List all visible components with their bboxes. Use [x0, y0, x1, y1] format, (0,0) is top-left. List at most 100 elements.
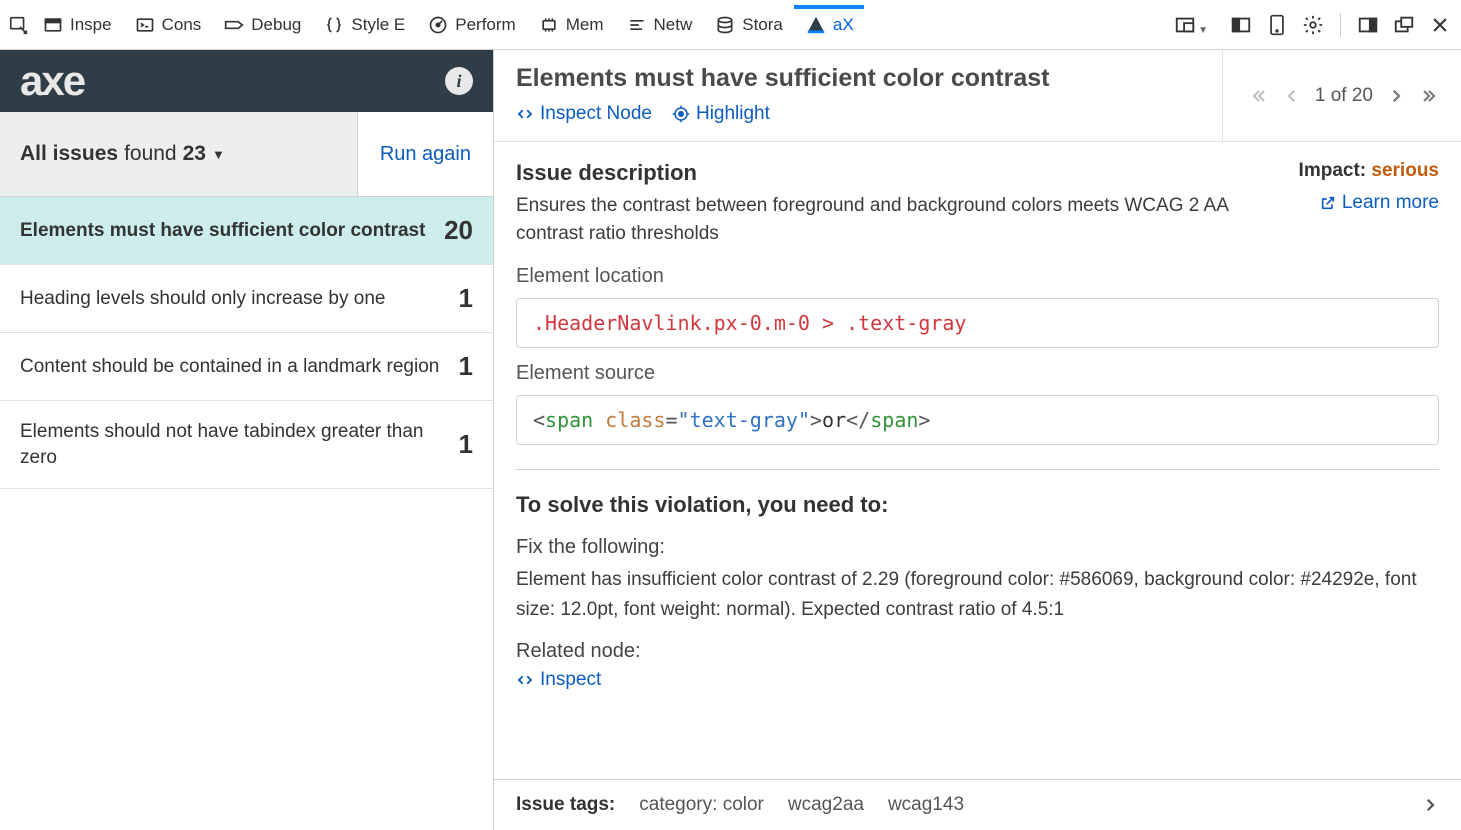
- fix-heading: Fix the following:: [516, 536, 1439, 559]
- tab-label: aX: [833, 15, 854, 35]
- inspect-node-label: Inspect Node: [540, 103, 652, 125]
- tab-network[interactable]: Netw: [616, 8, 703, 42]
- toolbar-divider: [1340, 13, 1341, 37]
- inspect-related-link[interactable]: Inspect: [516, 669, 601, 691]
- settings-icon[interactable]: [1300, 12, 1326, 38]
- active-tab-indicator: [794, 5, 864, 9]
- impact-label: Impact:: [1299, 160, 1367, 181]
- tab-storage[interactable]: Stora: [704, 8, 793, 42]
- info-icon[interactable]: i: [445, 67, 473, 95]
- axe-header: axe i: [0, 50, 493, 112]
- highlight-link[interactable]: Highlight: [672, 103, 770, 125]
- description-text: Ensures the contrast between foreground …: [516, 192, 1279, 247]
- tab-label: Perform: [455, 15, 515, 35]
- tags-label: Issue tags:: [516, 794, 615, 816]
- run-again-label: Run again: [380, 143, 471, 166]
- expand-tags-icon[interactable]: [1421, 796, 1439, 814]
- issue-row[interactable]: Elements must have sufficient color cont…: [0, 197, 493, 265]
- tab-label: Style E: [351, 15, 405, 35]
- pager-last-icon[interactable]: [1419, 86, 1439, 106]
- filter-label-bold: All issues: [20, 142, 118, 166]
- related-heading: Related node:: [516, 640, 1439, 663]
- filter-count: 23: [183, 142, 206, 166]
- issue-label: Elements must have sufficient color cont…: [20, 218, 432, 244]
- axe-icon: [805, 14, 827, 36]
- issue-tags-bar: Issue tags: category: color wcag2aa wcag…: [494, 779, 1461, 830]
- pick-element-icon[interactable]: [8, 14, 30, 36]
- pager-prev-icon[interactable]: [1283, 87, 1301, 105]
- tab-label: Inspe: [70, 15, 112, 35]
- iframe-picker-icon[interactable]: [1172, 12, 1198, 38]
- issue-label: Content should be contained in a landmar…: [20, 354, 447, 380]
- fix-text: Element has insufficient color contrast …: [516, 565, 1439, 624]
- tab-console[interactable]: Cons: [124, 8, 212, 42]
- code-icon: [516, 105, 534, 123]
- issue-row[interactable]: Content should be contained in a landmar…: [0, 333, 493, 401]
- element-source-code[interactable]: <span class="text-gray">or</span>: [516, 395, 1439, 445]
- learn-more-link[interactable]: Learn more: [1320, 192, 1439, 214]
- location-heading: Element location: [516, 265, 1439, 288]
- issue-details-panel: Elements must have sufficient color cont…: [494, 50, 1461, 830]
- inspect-node-link[interactable]: Inspect Node: [516, 103, 652, 125]
- description-heading: Issue description: [516, 160, 1279, 186]
- pager-position: 1 of 20: [1315, 85, 1373, 107]
- close-icon[interactable]: [1427, 12, 1453, 38]
- issue-tag: wcag2aa: [788, 794, 864, 816]
- source-heading: Element source: [516, 362, 1439, 385]
- inspect-label: Inspect: [540, 669, 601, 691]
- tab-label: Stora: [742, 15, 783, 35]
- pager-first-icon[interactable]: [1249, 86, 1269, 106]
- issue-row[interactable]: Heading levels should only increase by o…: [0, 265, 493, 333]
- issue-tag: category: color: [639, 794, 764, 816]
- tab-axe[interactable]: aX: [795, 8, 864, 42]
- tab-label: Cons: [162, 15, 202, 35]
- tab-label: Debug: [251, 15, 301, 35]
- tab-label: Mem: [566, 15, 604, 35]
- issue-count: 20: [444, 215, 473, 246]
- tab-memory[interactable]: Mem: [528, 8, 614, 42]
- element-location-code[interactable]: .HeaderNavlink.px-0.m-0 > .text-gray: [516, 298, 1439, 348]
- device-icon[interactable]: [1264, 12, 1290, 38]
- impact-value: serious: [1371, 160, 1439, 181]
- responsive-icon[interactable]: [1228, 12, 1254, 38]
- tab-debugger[interactable]: Debug: [213, 8, 311, 42]
- dropdown-caret-icon[interactable]: ▼: [1198, 25, 1208, 36]
- pager-next-icon[interactable]: [1387, 87, 1405, 105]
- issues-list: Elements must have sufficient color cont…: [0, 197, 493, 830]
- detail-body: Issue description Ensures the contrast b…: [494, 142, 1461, 779]
- issue-title: Elements must have sufficient color cont…: [516, 64, 1200, 93]
- tab-label: Netw: [654, 15, 693, 35]
- inspector-icon: [42, 14, 64, 36]
- code-icon: [516, 671, 534, 689]
- console-icon: [134, 14, 156, 36]
- dock-side-icon[interactable]: [1355, 12, 1381, 38]
- detail-header: Elements must have sufficient color cont…: [494, 50, 1461, 142]
- issue-tag: wcag143: [888, 794, 964, 816]
- axe-logo: axe: [20, 57, 84, 105]
- external-link-icon: [1320, 195, 1336, 211]
- network-icon: [626, 14, 648, 36]
- issue-pager: 1 of 20: [1222, 50, 1461, 141]
- issue-count: 1: [459, 429, 473, 460]
- styleeditor-icon: [323, 14, 345, 36]
- learn-more-label: Learn more: [1342, 192, 1439, 214]
- debugger-icon: [223, 14, 245, 36]
- issue-count: 1: [459, 283, 473, 314]
- issue-label: Elements should not have tabindex greate…: [20, 419, 447, 470]
- filter-label-rest: found: [124, 142, 177, 166]
- dock-separate-icon[interactable]: [1391, 12, 1417, 38]
- memory-icon: [538, 14, 560, 36]
- issue-label: Heading levels should only increase by o…: [20, 286, 447, 312]
- issues-filter-dropdown[interactable]: All issues found 23 ▼: [0, 112, 357, 196]
- target-icon: [672, 105, 690, 123]
- tab-styleeditor[interactable]: Style E: [313, 8, 415, 42]
- tab-inspector[interactable]: Inspe: [32, 8, 122, 42]
- tab-performance[interactable]: Perform: [417, 8, 525, 42]
- issue-row[interactable]: Elements should not have tabindex greate…: [0, 401, 493, 489]
- devtools-toolbar: Inspe Cons Debug Style E Perform Mem Net…: [0, 0, 1461, 50]
- run-again-button[interactable]: Run again: [357, 112, 493, 196]
- storage-icon: [714, 14, 736, 36]
- issues-sidebar: axe i All issues found 23 ▼ Run again El…: [0, 50, 494, 830]
- chevron-down-icon: ▼: [212, 147, 225, 162]
- highlight-label: Highlight: [696, 103, 770, 125]
